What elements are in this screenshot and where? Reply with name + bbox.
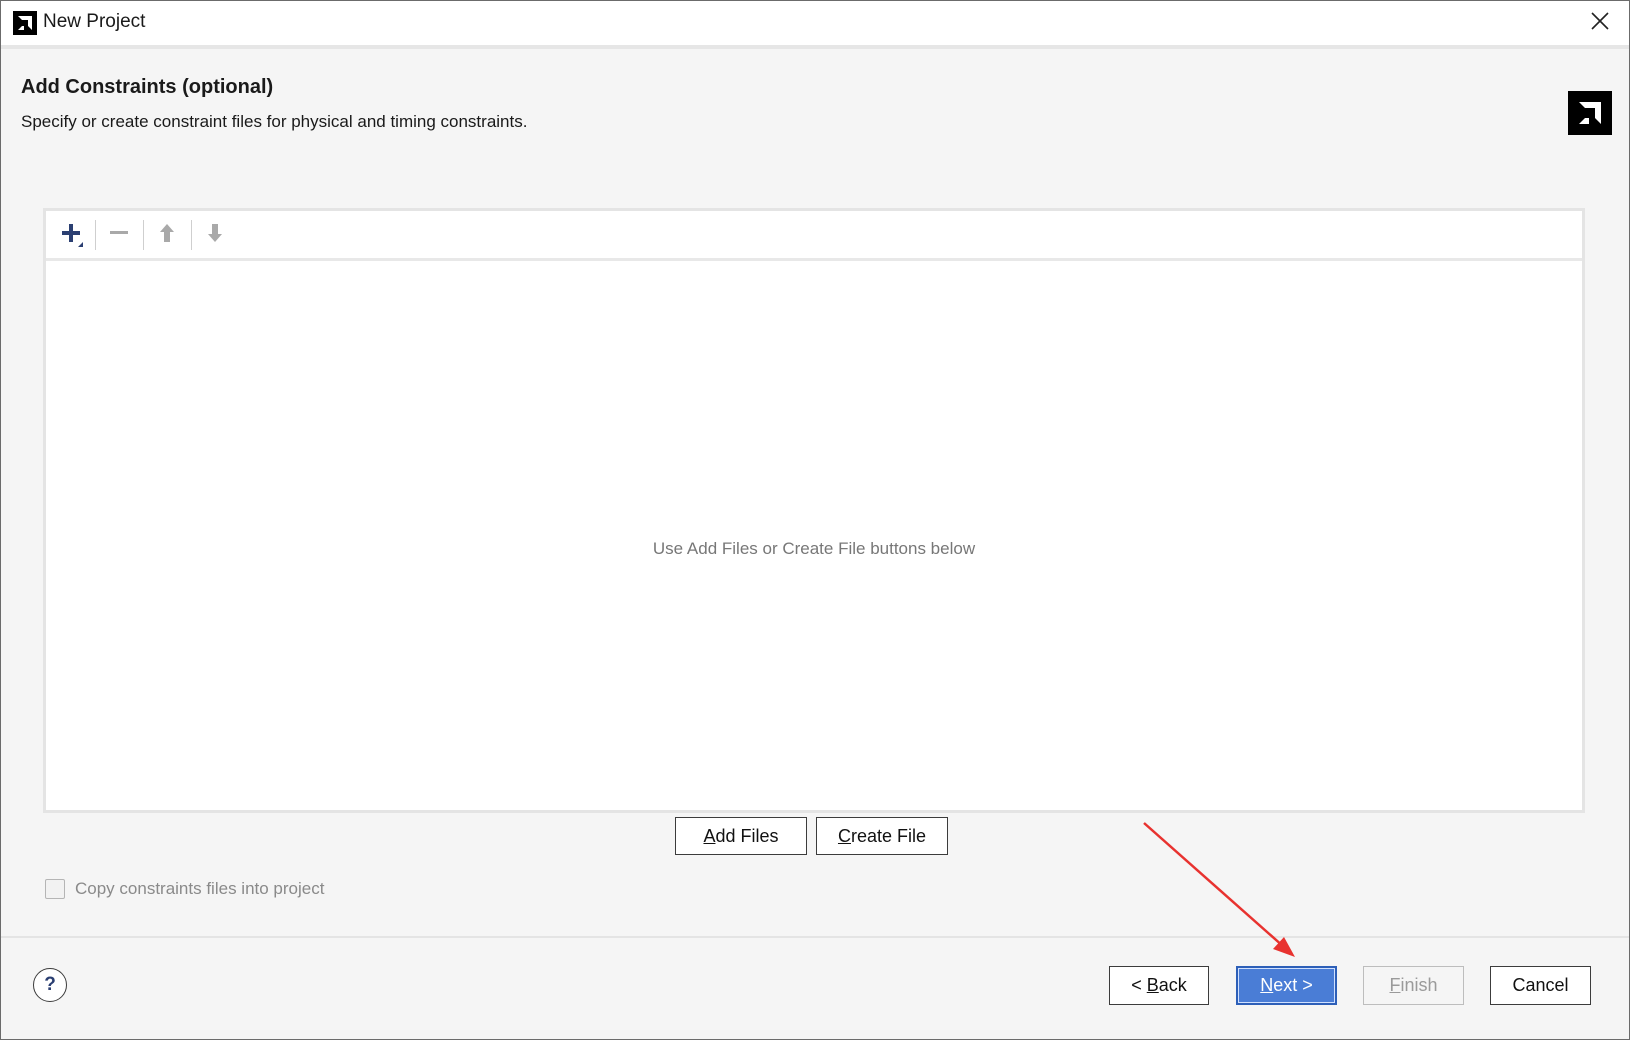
page-title: Add Constraints (optional) [21, 76, 274, 98]
copy-constraints-option[interactable]: Copy constraints files into project [45, 879, 324, 899]
footer-divider [1, 936, 1629, 938]
minus-icon [107, 221, 131, 250]
close-button[interactable] [1571, 1, 1629, 45]
copy-constraints-checkbox[interactable] [45, 879, 65, 899]
plus-icon [56, 218, 86, 253]
amd-logo-icon [1568, 91, 1612, 135]
new-project-dialog: New Project Add Constraints (optional) S… [0, 0, 1630, 1040]
move-up-button[interactable] [148, 217, 186, 253]
remove-button[interactable] [100, 217, 138, 253]
arrow-up-icon [156, 221, 178, 250]
toolbar-separator [191, 220, 192, 250]
back-button[interactable]: < Back [1109, 966, 1209, 1005]
window-title: New Project [43, 11, 146, 32]
empty-list-message: Use Add Files or Create File buttons bel… [652, 539, 976, 558]
close-icon [1591, 11, 1609, 35]
title-bar: New Project [1, 1, 1629, 49]
cancel-button[interactable]: Cancel [1490, 966, 1591, 1005]
help-button[interactable]: ? [33, 968, 67, 1002]
finish-button[interactable]: Finish [1363, 966, 1464, 1005]
create-file-button[interactable]: Create File [816, 817, 948, 855]
constraints-file-list[interactable]: Use Add Files or Create File buttons bel… [43, 208, 1585, 813]
move-down-button[interactable] [196, 217, 234, 253]
add-files-button[interactable]: Add Files [675, 817, 807, 855]
toolbar-separator [95, 220, 96, 250]
copy-constraints-label: Copy constraints files into project [75, 879, 325, 898]
next-button[interactable]: Next > [1236, 966, 1337, 1005]
add-button[interactable] [52, 217, 90, 253]
amd-logo-icon [13, 11, 37, 35]
help-icon: ? [44, 974, 56, 995]
toolbar-separator [143, 220, 144, 250]
page-subtitle: Specify or create constraint files for p… [21, 112, 528, 131]
file-list-toolbar [46, 211, 1582, 261]
arrow-down-icon [204, 221, 226, 250]
